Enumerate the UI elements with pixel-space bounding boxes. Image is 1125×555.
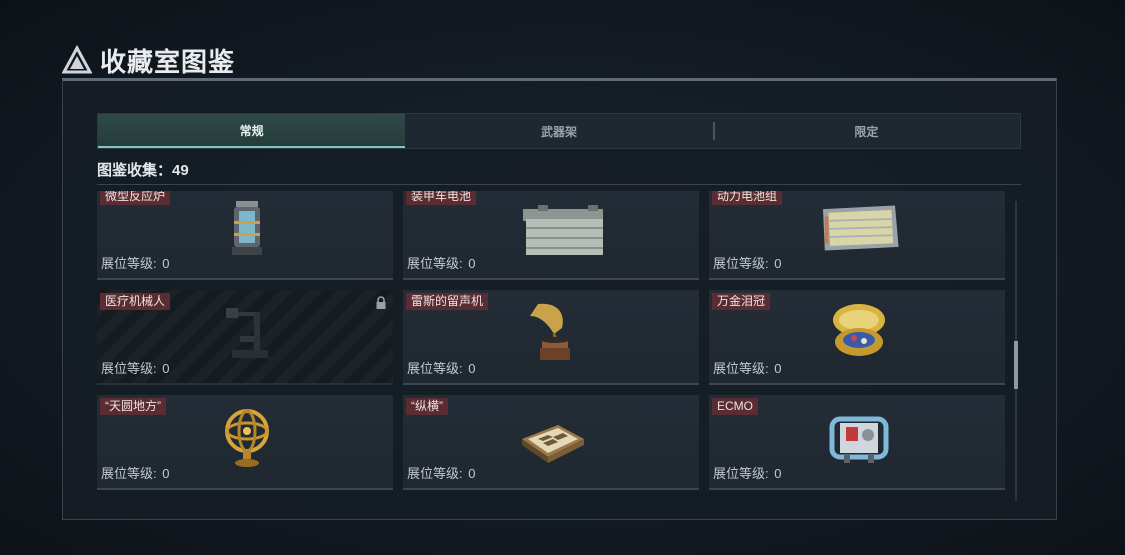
collection-count: 图鉴收集：49 bbox=[97, 159, 1021, 185]
tab-weapon-rack[interactable]: 武器架 bbox=[405, 114, 712, 148]
item-name-tag: 动力电池组 bbox=[712, 191, 783, 205]
booth-level: 展位等级: 0 bbox=[101, 361, 170, 376]
item-name-tag: 医疗机械人 bbox=[100, 293, 171, 310]
collection-card[interactable]: 万金泪冠 展位等级: 0 bbox=[709, 290, 1005, 385]
collection-card[interactable]: 雷斯的留声机 展位等级: 0 bbox=[403, 290, 699, 385]
scrollbar-thumb[interactable] bbox=[1014, 341, 1018, 389]
booth-level: 展位等级: 0 bbox=[713, 256, 782, 271]
booth-level: 展位等级: 0 bbox=[713, 361, 782, 376]
reactor-icon bbox=[232, 201, 262, 255]
booth-level: 展位等级: 0 bbox=[407, 466, 476, 481]
collection-card[interactable]: 微型反应炉 展位等级: 0 bbox=[97, 191, 393, 280]
item-name-tag: “纵横” bbox=[406, 398, 448, 415]
gramophone-icon bbox=[530, 303, 570, 360]
collection-card[interactable]: “纵横” 展位等级: 0 bbox=[403, 395, 699, 490]
collection-card[interactable]: “天圆地方” 展位等级: 0 bbox=[97, 395, 393, 490]
item-name-tag: 雷斯的留声机 bbox=[406, 293, 489, 310]
item-name-tag: 装甲车电池 bbox=[406, 191, 477, 205]
item-name-tag: 万金泪冠 bbox=[712, 293, 771, 310]
page-title: 收藏室图鉴 bbox=[100, 46, 236, 77]
collection-card[interactable]: 装甲车电池 展位等级: 0 bbox=[403, 191, 699, 280]
collection-card-locked[interactable]: 医疗机械人 展位等级: 0 bbox=[97, 290, 393, 385]
booth-level: 展位等级: 0 bbox=[407, 256, 476, 271]
tab-limited[interactable]: 限定 bbox=[712, 114, 1020, 148]
scrollbar[interactable] bbox=[1014, 201, 1018, 501]
jewel-egg-icon bbox=[833, 304, 885, 356]
collection-label: 图鉴收集： bbox=[97, 162, 173, 179]
booth-level: 展位等级: 0 bbox=[101, 256, 170, 271]
tab-bar: 常规 武器架 限定 bbox=[97, 113, 1021, 149]
page-header: 收藏室图鉴 bbox=[62, 40, 235, 80]
chessboard-icon bbox=[522, 425, 584, 463]
item-name-tag: ECMO bbox=[712, 398, 758, 415]
item-grid: 微型反应炉 展位等级: 0 装甲车电池 展位等级: 0 动力电池组 展位等级: … bbox=[97, 191, 1005, 490]
battery-pack-icon bbox=[823, 205, 899, 251]
battery-icon bbox=[523, 205, 603, 255]
collection-card[interactable]: ECMO 展位等级: 0 bbox=[709, 395, 1005, 490]
item-grid-viewport[interactable]: 微型反应炉 展位等级: 0 装甲车电池 展位等级: 0 动力电池组 展位等级: … bbox=[97, 191, 1021, 501]
item-name-tag: “天圆地方” bbox=[100, 398, 166, 415]
lock-icon bbox=[376, 296, 386, 309]
collection-number: 49 bbox=[172, 162, 189, 179]
medical-robot-icon bbox=[226, 308, 268, 358]
armillary-sphere-icon bbox=[225, 409, 269, 467]
triangle-logo-icon bbox=[62, 45, 92, 74]
collection-card[interactable]: 动力电池组 展位等级: 0 bbox=[709, 191, 1005, 280]
collection-panel: 常规 武器架 限定 图鉴收集：49 微型反应炉 展位等级: 0 装甲车电池 展位… bbox=[62, 78, 1057, 520]
ecmo-machine-icon bbox=[829, 416, 889, 463]
tab-regular[interactable]: 常规 bbox=[98, 114, 406, 148]
item-name-tag: 微型反应炉 bbox=[100, 191, 171, 205]
booth-level: 展位等级: 0 bbox=[101, 466, 170, 481]
booth-level: 展位等级: 0 bbox=[407, 361, 476, 376]
booth-level: 展位等级: 0 bbox=[713, 466, 782, 481]
